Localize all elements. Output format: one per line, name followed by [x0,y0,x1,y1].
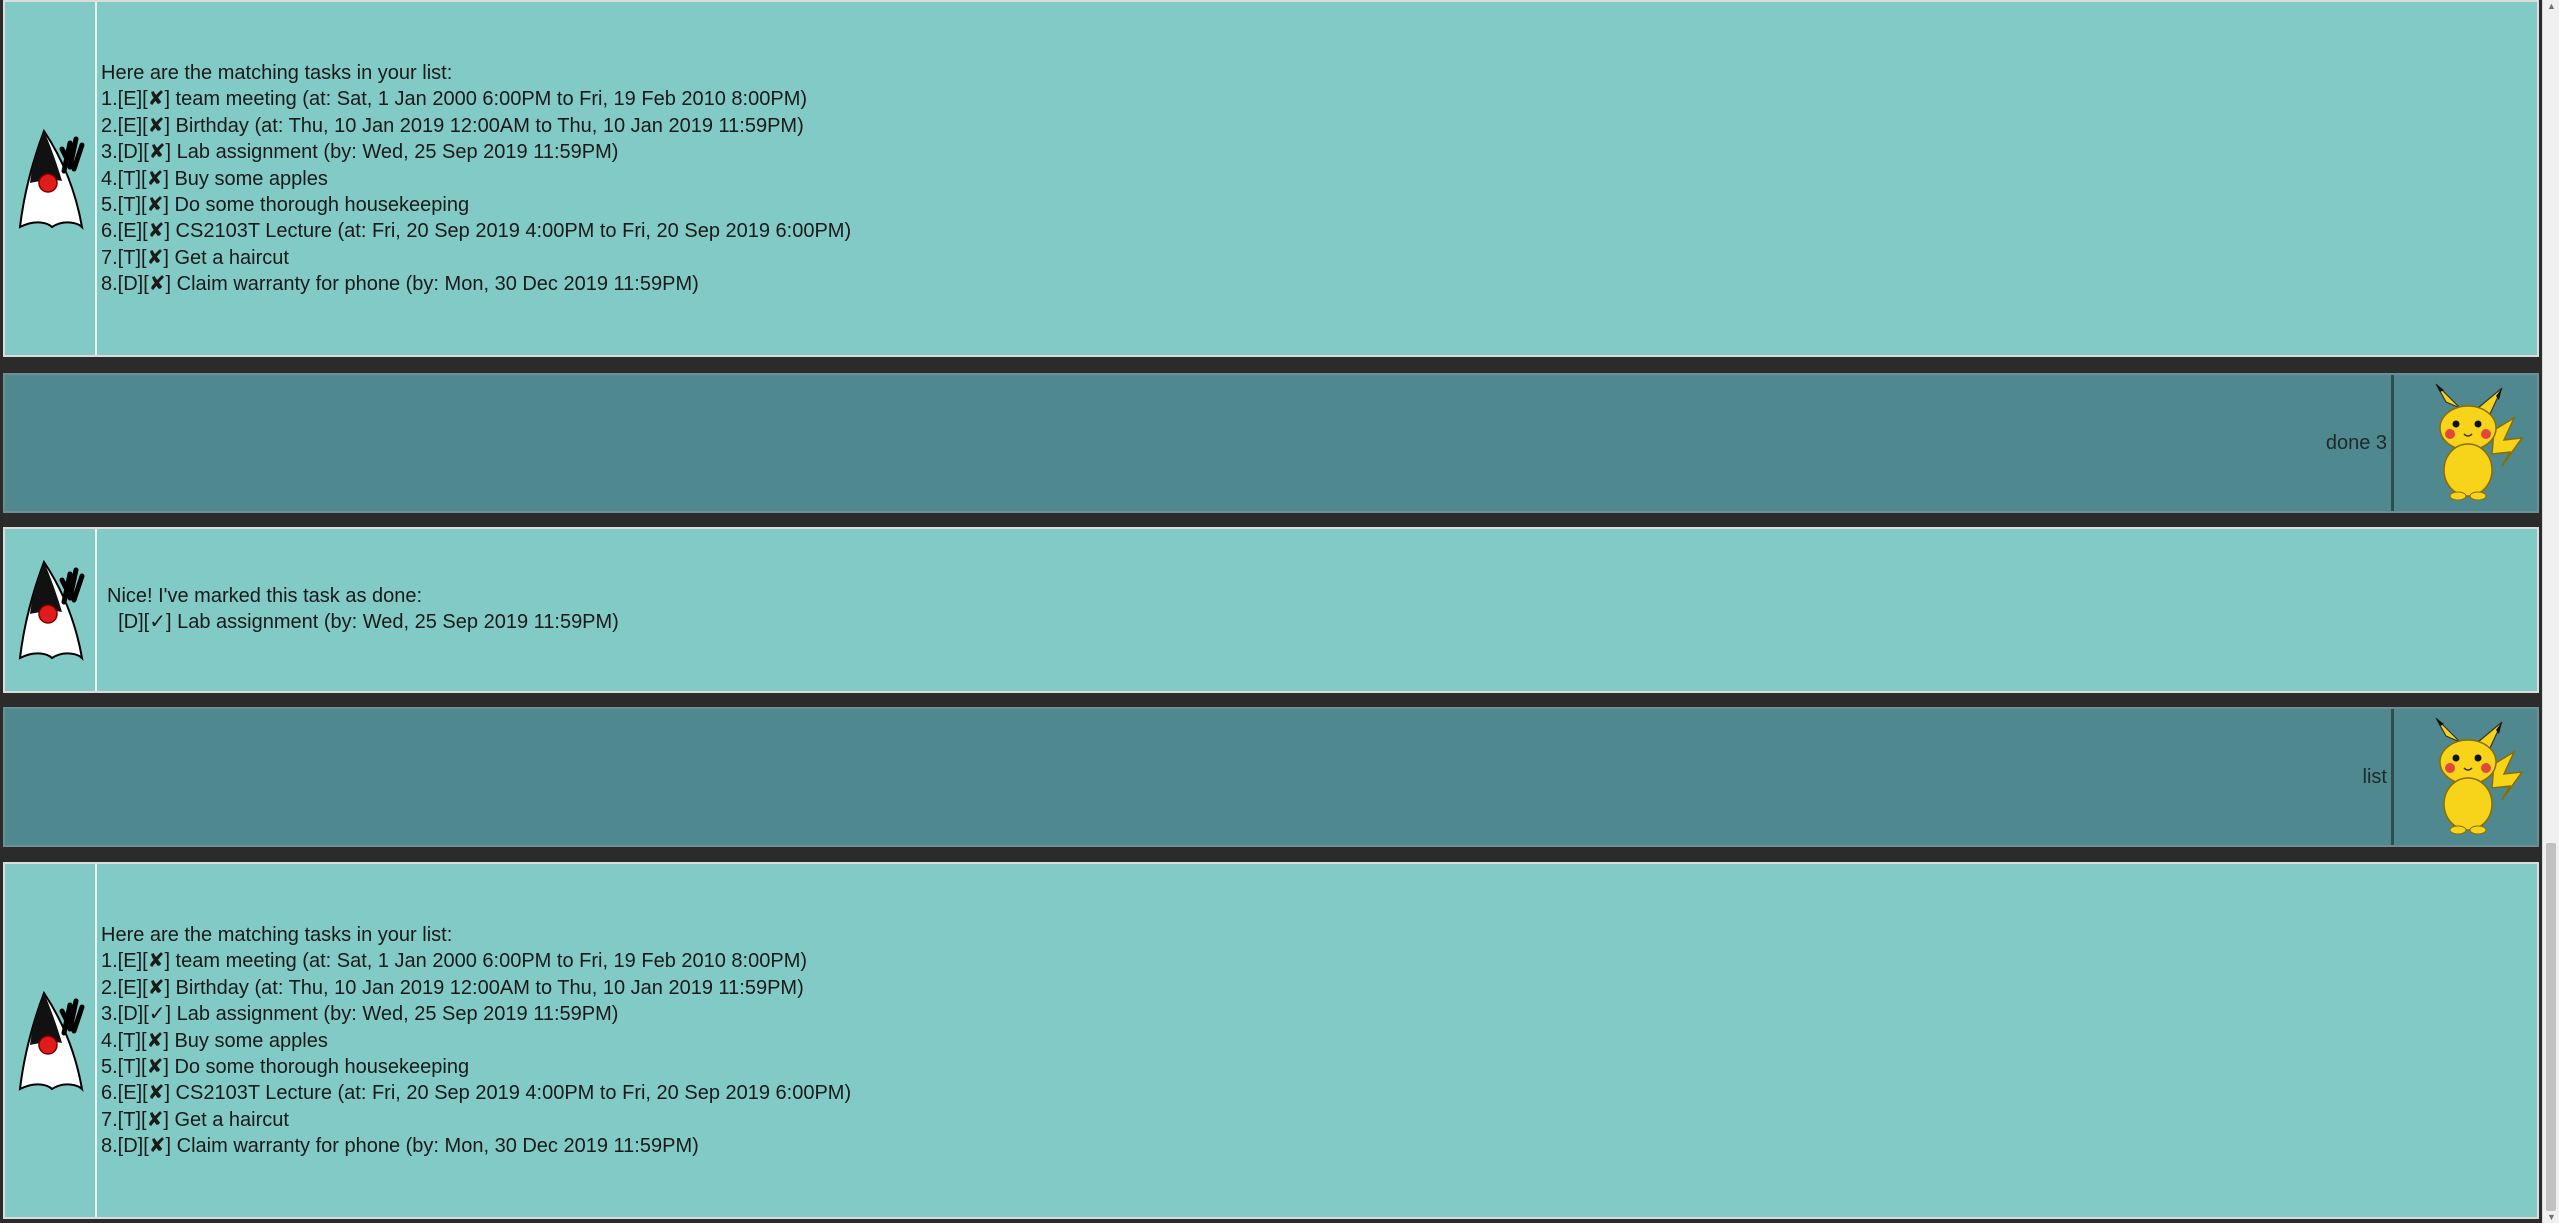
duke-message-text: Here are the matching tasks in your list… [101,60,851,298]
message-line: 3.[D][✓] Lab assignment (by: Wed, 25 Sep… [101,1003,619,1026]
pikachu-icon [2434,717,2524,835]
user-dialog-box: list [3,707,2539,847]
message-line-heading: Here are the matching tasks in your list… [101,62,453,84]
user-message-text: done 3 [2325,432,2387,454]
user-avatar [2391,709,2537,845]
dialog-container: Here are the matching tasks in your list… [0,0,2559,1223]
user-dialog-box: done 3 [3,373,2539,513]
message-line-heading: Nice! I've marked this task as done: [107,585,423,607]
message-line: 1.[E][✘] team meeting (at: Sat, 1 Jan 20… [101,88,808,111]
duke-dialog-box: Here are the matching tasks in your list… [3,0,2539,357]
duke-mascot-icon [18,559,85,661]
message-line: 2.[E][✘] Birthday (at: Thu, 10 Jan 2019 … [101,976,804,999]
message-line: 7.[T][✘] Get a haircut [101,1108,289,1131]
duke-avatar [5,864,97,1217]
message-line: 8.[D][✘] Claim warranty for phone (by: M… [101,1135,699,1158]
message-line: 4.[T][✘] Buy some apples [101,1029,328,1052]
message-line: 5.[T][✘] Do some thorough housekeeping [101,1056,470,1079]
duke-dialog-box: Here are the matching tasks in your list… [3,862,2539,1219]
vertical-scrollbar[interactable]: ▲ ▼ [2542,0,2559,1223]
message-line: 8.[D][✘] Claim warranty for phone (by: M… [101,273,699,296]
message-line: 7.[T][✘] Get a haircut [101,246,289,269]
message-line: 6.[E][✘] CS2103T Lecture (at: Fri, 20 Se… [101,1082,852,1105]
message-line: 6.[E][✘] CS2103T Lecture (at: Fri, 20 Se… [101,220,852,243]
message-line: 4.[T][✘] Buy some apples [101,167,328,190]
duke-message-text: Here are the matching tasks in your list… [101,922,851,1160]
duke-dialog-box: Nice! I've marked this task as done: [D]… [3,527,2539,693]
message-line: [D][✓] Lab assignment (by: Wed, 25 Sep 2… [107,611,619,634]
duke-mascot-icon [18,128,85,230]
message-line-heading: Here are the matching tasks in your list… [101,924,453,946]
duke-message-text: Nice! I've marked this task as done: [D]… [107,583,619,636]
message-line: 1.[E][✘] team meeting (at: Sat, 1 Jan 20… [101,950,808,973]
pikachu-icon [2434,383,2524,501]
user-avatar [2391,375,2537,511]
duke-avatar [5,529,97,691]
message-line: 2.[E][✘] Birthday (at: Thu, 10 Jan 2019 … [101,114,804,137]
message-line: 5.[T][✘] Do some thorough housekeeping [101,194,470,217]
message-line: 3.[D][✘] Lab assignment (by: Wed, 25 Sep… [101,141,619,164]
duke-avatar [5,2,97,355]
duke-mascot-icon [18,990,85,1092]
scrollbar-thumb[interactable] [2546,843,2556,1211]
user-message-text: list [2362,766,2387,788]
scroll-up-arrow-icon[interactable]: ▲ [2543,0,2559,12]
scroll-down-arrow-icon[interactable]: ▼ [2543,1211,2559,1223]
